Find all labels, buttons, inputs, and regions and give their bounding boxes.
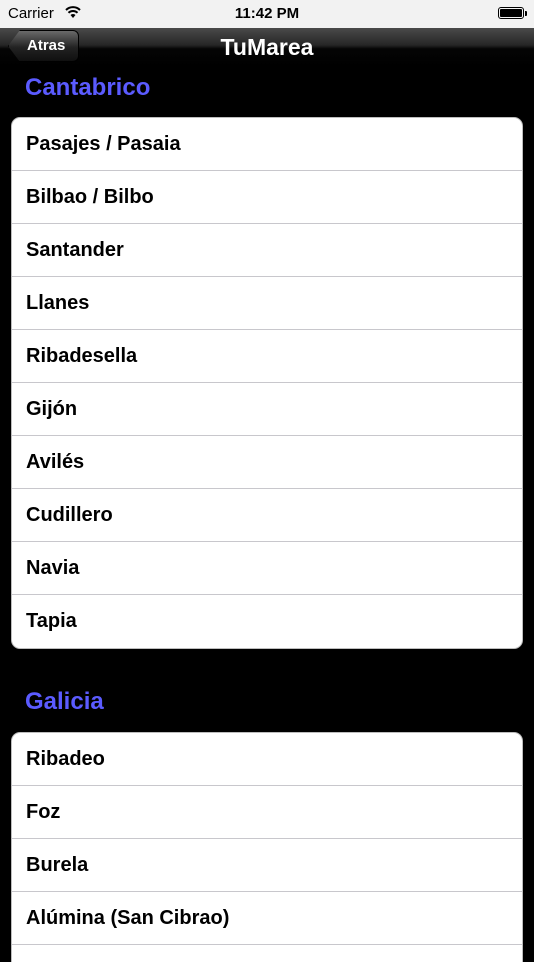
list-item[interactable]: Avilés xyxy=(12,436,522,489)
list-item[interactable]: Alúmina (San Cibrao) xyxy=(12,892,522,945)
navigation-bar: TuMarea Atras xyxy=(0,28,534,66)
list-item[interactable]: Navia xyxy=(12,542,522,595)
status-bar: Carrier 11:42 PM xyxy=(0,0,534,28)
list-item[interactable]: Bilbao / Bilbo xyxy=(12,171,522,224)
list-item[interactable]: Pasajes / Pasaia xyxy=(12,118,522,171)
battery-icon xyxy=(498,7,527,19)
list-item[interactable]: Gijón xyxy=(12,383,522,436)
list-item[interactable]: Ribadeo xyxy=(12,733,522,786)
list-item[interactable]: Santander xyxy=(12,224,522,277)
list-item[interactable]: Burela xyxy=(12,839,522,892)
page-title: TuMarea xyxy=(220,34,314,60)
section-title-cantabrico: Cantabrico xyxy=(25,74,151,101)
list-item[interactable]: Tapia xyxy=(12,595,522,648)
section-title-galicia: Galicia xyxy=(25,688,104,715)
list-item[interactable]: Foz xyxy=(12,786,522,839)
list-item[interactable]: Llanes xyxy=(12,277,522,330)
list-item[interactable]: Cudillero xyxy=(12,489,522,542)
list-group-cantabrico: Pasajes / Pasaia Bilbao / Bilbo Santande… xyxy=(11,117,523,649)
status-time: 11:42 PM xyxy=(234,5,300,22)
list-item[interactable]: Ribadesella xyxy=(12,330,522,383)
back-button[interactable]: Atras xyxy=(8,30,80,62)
list-group-galicia: Ribadeo Foz Burela Alúmina (San Cibrao) xyxy=(11,732,523,962)
